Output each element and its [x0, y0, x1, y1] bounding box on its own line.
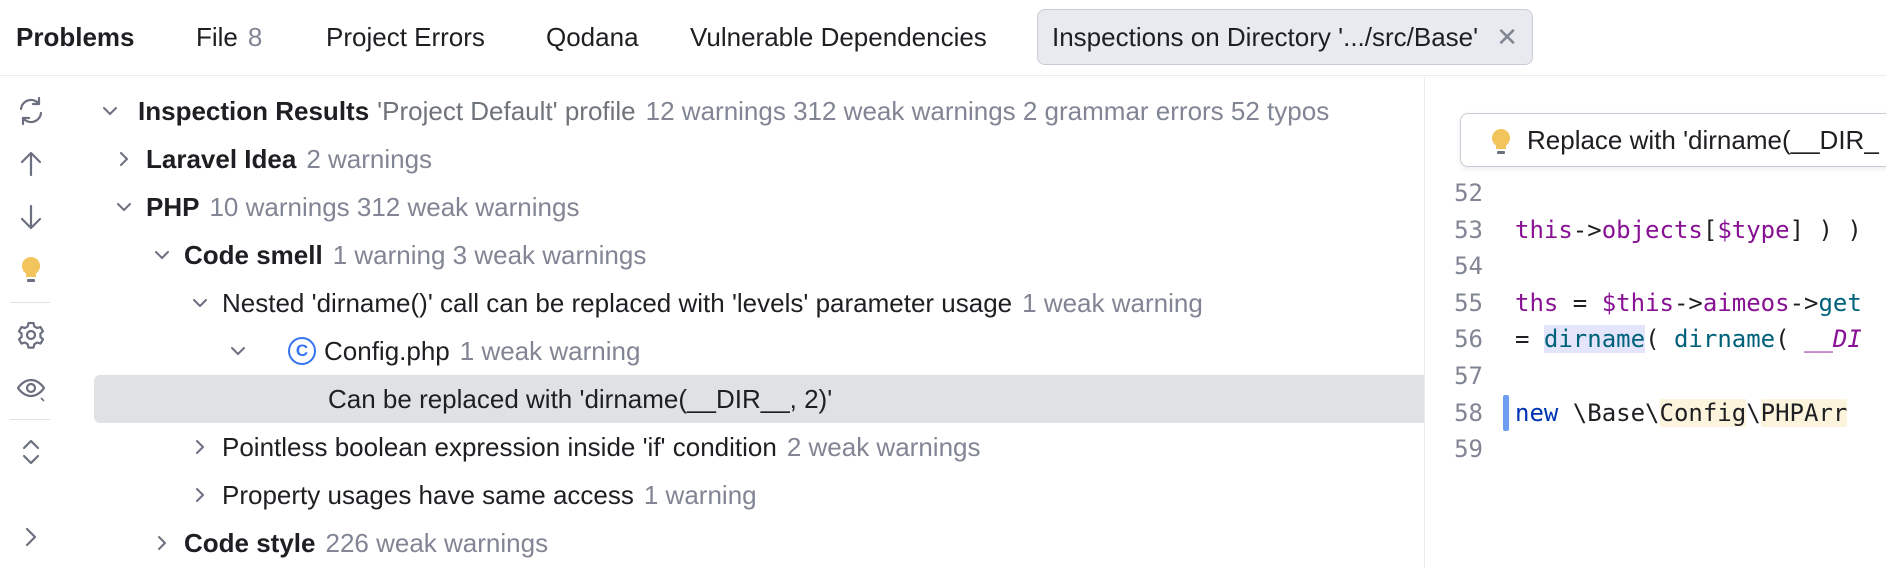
php-class-icon: C: [288, 337, 316, 366]
tree-node-label: Laravel Idea: [146, 144, 297, 174]
tab-qodana[interactable]: Qodana: [546, 16, 639, 58]
close-icon[interactable]: ✕: [1496, 10, 1518, 64]
tab-vulnerable-dependencies[interactable]: Vulnerable Dependencies: [690, 16, 987, 58]
code-line[interactable]: 59: [1425, 427, 1886, 471]
code-token: =: [1515, 325, 1544, 354]
chevron-right-icon[interactable]: [188, 471, 212, 519]
chevron-right-icon[interactable]: [188, 423, 212, 471]
code-token: \Base\: [1572, 398, 1660, 427]
code-token: PHPArr: [1760, 398, 1848, 427]
code-token: ->: [1789, 288, 1819, 317]
tree-node-property-usages[interactable]: Property usages have same access 1 warnin…: [62, 471, 1402, 519]
tree-node-laravel-idea[interactable]: Laravel Idea 2 warnings: [62, 135, 1402, 183]
tree-node-code-smell[interactable]: Code smell 1 warning 3 weak warnings: [62, 231, 1402, 279]
tab-file[interactable]: File 8: [196, 16, 262, 58]
problems-tab-bar: Problems File 8 Project Errors Qodana Vul…: [0, 0, 1886, 76]
inspection-results-tree: Inspection Results 'Project Default' prof…: [62, 77, 1424, 568]
code-token: ->: [1673, 288, 1703, 317]
tree-node-label: Code smell: [184, 240, 323, 270]
code-token: ] ) ): [1789, 215, 1862, 244]
chevron-down-icon[interactable]: [150, 231, 174, 279]
expand-collapse-icon[interactable]: [12, 433, 50, 471]
tab-file-label: File: [196, 22, 238, 52]
tree-node-summary: 12 warnings 312 weak warnings 2 grammar …: [645, 96, 1330, 126]
tree-node-summary: 1 weak warning: [1022, 288, 1203, 318]
tree-node-code-style[interactable]: Code style 226 weak warnings: [62, 519, 1402, 567]
code-token: aimeos: [1702, 288, 1790, 317]
code-token: this: [1515, 215, 1573, 244]
chevron-right-icon[interactable]: [12, 518, 50, 556]
tree-node-problem-selected[interactable]: Can be replaced with 'dirname(__DIR__, 2…: [94, 375, 1424, 423]
arrow-up-icon[interactable]: [12, 145, 50, 183]
code-token: =: [1558, 288, 1602, 317]
gear-icon[interactable]: [12, 316, 50, 354]
profile-label: 'Project Default' profile: [377, 96, 636, 126]
tree-node-label: Pointless boolean expression inside 'if'…: [222, 432, 777, 462]
code-token: dirname: [1673, 325, 1776, 354]
chevron-down-icon[interactable]: [112, 183, 136, 231]
tree-node-label: Inspection Results: [138, 96, 370, 126]
code-token: objects: [1601, 215, 1703, 244]
code-token: $this: [1601, 288, 1674, 317]
code-token: Config: [1659, 398, 1747, 427]
chevron-right-icon[interactable]: [150, 519, 174, 567]
tree-node-summary: 226 weak warnings: [325, 528, 549, 558]
tab-project-errors[interactable]: Project Errors: [326, 16, 485, 58]
tree-node-inspection-results[interactable]: Inspection Results 'Project Default' prof…: [62, 87, 1402, 135]
tree-node-summary: 1 warning 3 weak warnings: [332, 240, 647, 270]
tree-node-pointless-boolean[interactable]: Pointless boolean expression inside 'if'…: [62, 423, 1402, 471]
code-token: ->: [1572, 215, 1602, 244]
change-marker: [1503, 394, 1509, 431]
chevron-right-icon[interactable]: [112, 135, 136, 183]
tree-node-php[interactable]: PHP 10 warnings 312 weak warnings: [62, 183, 1402, 231]
intention-action-button[interactable]: Replace with 'dirname(__DIR_: [1460, 113, 1886, 167]
code-token: \: [1746, 398, 1761, 427]
eye-icon[interactable]: [12, 369, 50, 407]
tree-node-label: Can be replaced with 'dirname(__DIR__, 2…: [328, 384, 833, 414]
code-token: (: [1775, 325, 1805, 354]
tree-node-label: Code style: [184, 528, 316, 558]
rerun-icon[interactable]: [12, 92, 50, 130]
arrow-down-icon[interactable]: [12, 198, 50, 236]
intention-label: Replace with 'dirname(__DIR_: [1527, 125, 1879, 155]
tree-node-label: PHP: [146, 192, 200, 222]
line-number: 59: [1454, 435, 1483, 464]
tab-inspections-on-directory[interactable]: Inspections on Directory '.../src/Base' …: [1037, 9, 1534, 65]
code-token: [: [1702, 215, 1718, 244]
tree-node-summary: 1 weak warning: [459, 336, 641, 366]
tree-node-label: Property usages have same access: [222, 480, 634, 510]
chevron-down-icon[interactable]: [188, 279, 212, 327]
code-preview-editor[interactable]: 52 53 this->objects[$type] ) ) 54 55 ths = $t…: [1425, 77, 1886, 568]
tab-file-count: 8: [247, 22, 263, 52]
tab-inspections-label: Inspections on Directory '.../src/Base': [1052, 22, 1479, 52]
tree-node-label: Config.php: [324, 336, 450, 366]
code-token: dirname: [1543, 325, 1646, 354]
bulb-icon[interactable]: [12, 251, 50, 289]
problems-toolbar: [0, 77, 62, 568]
chevron-down-icon[interactable]: [226, 327, 250, 375]
tree-node-config-php[interactable]: C Config.php 1 weak warning: [62, 327, 1402, 375]
code-token: $type: [1717, 215, 1790, 244]
code-token: ths: [1515, 288, 1559, 317]
code-token: get: [1818, 288, 1862, 317]
tree-node-summary: 2 weak warnings: [786, 432, 981, 462]
tree-node-summary: 1 warning: [643, 480, 757, 510]
tree-node-nested-dirname[interactable]: Nested 'dirname()' call can be replaced …: [62, 279, 1402, 327]
tree-node-summary: 10 warnings 312 weak warnings: [209, 192, 580, 222]
code-token: (: [1645, 325, 1674, 354]
bulb-icon: [1487, 124, 1515, 176]
code-token: __DI: [1804, 325, 1862, 354]
problems-title: Problems: [16, 22, 135, 52]
chevron-down-icon[interactable]: [98, 87, 122, 135]
tree-node-label: Nested 'dirname()' call can be replaced …: [222, 288, 1013, 318]
code-token: new: [1515, 398, 1573, 427]
tree-node-summary: 2 warnings: [306, 144, 433, 174]
